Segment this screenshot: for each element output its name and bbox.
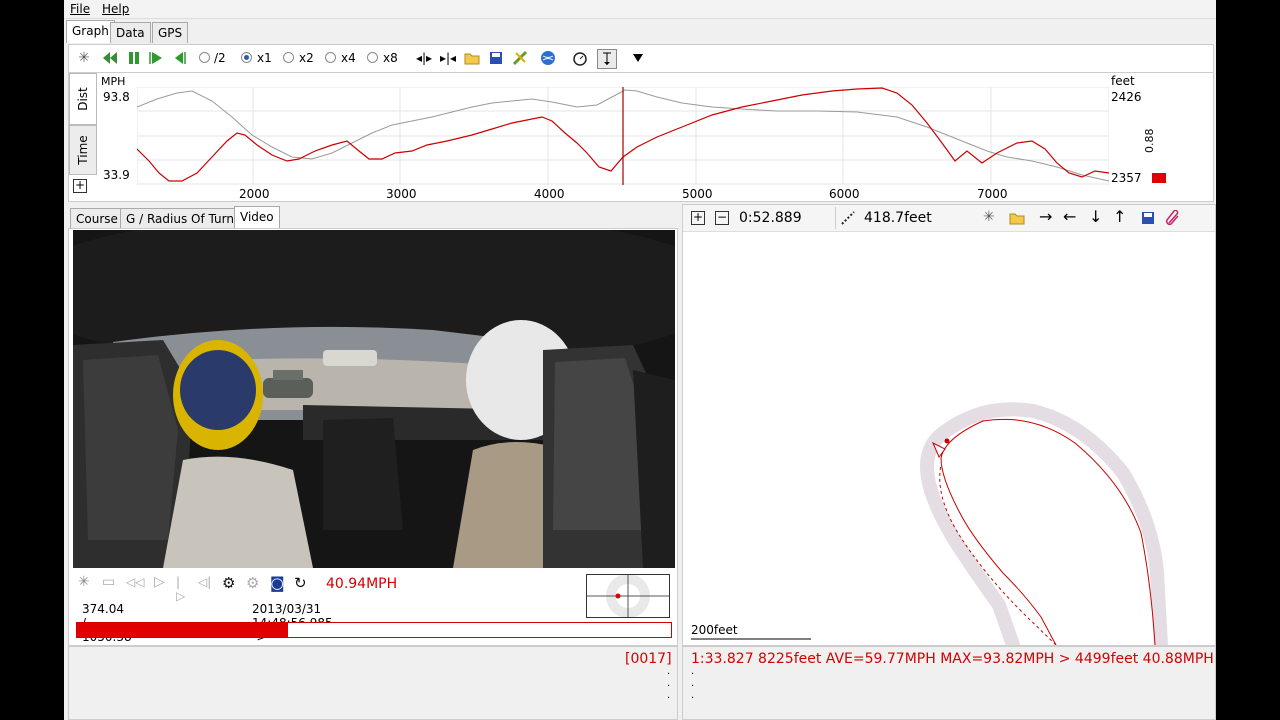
stopwatch-icon[interactable]: [571, 49, 589, 67]
status-dots-right: · · ·: [691, 669, 695, 704]
tab-video[interactable]: Video: [234, 206, 280, 229]
x-tick-6000: 6000: [829, 187, 860, 201]
x-tick-3000: 3000: [386, 187, 417, 201]
pause-icon[interactable]: [125, 49, 143, 67]
video-progress-fill: [77, 623, 289, 637]
video-frame[interactable]: [73, 230, 675, 568]
graph-toolbar: ✳ /2 x1 x2 x4 x8 ◂|▸ ▸|◂: [68, 44, 1214, 74]
tab-graph[interactable]: Graph: [66, 20, 115, 43]
speed-x2-label: x2: [299, 51, 314, 65]
tab-course[interactable]: Course: [70, 208, 124, 229]
video-refresh-icon[interactable]: ↻: [294, 574, 307, 592]
arrow-up-icon[interactable]: ↑: [1113, 207, 1126, 226]
tab-g-radius[interactable]: G / Radius Of Turn: [120, 208, 240, 229]
speed-half-radio[interactable]: [199, 52, 210, 63]
speed-x4-radio[interactable]: [325, 52, 336, 63]
right-axis-unit: feet: [1111, 74, 1135, 88]
x-tick-5000: 5000: [682, 187, 713, 201]
map-reset-icon[interactable]: ✳: [983, 209, 995, 225]
reset-icon[interactable]: ✳: [75, 49, 93, 67]
lap-summary: 1:33.827 8225feet AVE=59.77MPH MAX=93.82…: [691, 651, 1214, 667]
graph-plot[interactable]: [137, 87, 1109, 185]
map-toolbar: + − 0:52.889 418.7feet ✳ → ← ↓ ↑: [683, 205, 1215, 232]
globe-icon[interactable]: [539, 49, 557, 67]
step-back-icon[interactable]: [171, 49, 189, 67]
speed-x2-radio[interactable]: [283, 52, 294, 63]
side-tab-dist[interactable]: Dist: [69, 73, 97, 125]
expand-horizontal-icon[interactable]: ◂|▸: [415, 49, 433, 67]
right-vertical-value: 0.88: [1143, 128, 1156, 154]
arrow-right-icon[interactable]: →: [1039, 207, 1052, 226]
video-image: [73, 230, 675, 568]
play-icon[interactable]: [147, 49, 165, 67]
map-open-icon[interactable]: [1009, 211, 1025, 228]
video-rewind-icon[interactable]: ◁◁: [126, 575, 144, 589]
status-left: [0017] · · ·: [68, 646, 678, 720]
add-graph-icon[interactable]: +: [73, 179, 87, 193]
dropdown-arrow-icon[interactable]: [629, 49, 647, 67]
arrow-down-icon[interactable]: ↓: [1089, 207, 1102, 226]
status-right: 1:33.827 8225feet AVE=59.77MPH MAX=93.82…: [682, 646, 1216, 720]
zoom-out-icon[interactable]: −: [715, 211, 729, 225]
x-tick-7000: 7000: [977, 187, 1008, 201]
video-open-icon[interactable]: ▭: [102, 574, 115, 590]
map-lap-time: 0:52.889: [739, 210, 802, 226]
shrink-horizontal-icon[interactable]: ▸|◂: [439, 49, 457, 67]
video-speed-readout: 40.94MPH: [326, 576, 398, 592]
arrow-left-icon[interactable]: ←: [1063, 207, 1076, 226]
ruler-icon: [841, 211, 855, 225]
tab-gps[interactable]: GPS: [152, 22, 189, 43]
left-axis-min: 33.9: [103, 168, 130, 182]
g-meter: [586, 574, 670, 618]
lower-tabs: Course G / Radius Of Turn Video: [68, 206, 676, 229]
right-axis-max: 2426: [1111, 90, 1142, 104]
left-axis-max: 93.8: [103, 90, 130, 104]
video-camera-icon[interactable]: ◙: [270, 574, 285, 592]
video-settings-icon[interactable]: ⚙: [222, 574, 235, 592]
video-step-back-icon[interactable]: ◁|: [198, 575, 211, 589]
x-tick-4000: 4000: [534, 187, 565, 201]
status-dots-left: · · ·: [667, 669, 671, 704]
marker-red-box: [1152, 173, 1166, 183]
rewind-icon[interactable]: [101, 49, 119, 67]
video-play-icon[interactable]: ▷: [154, 574, 165, 590]
vertical-cursor-icon[interactable]: [597, 49, 617, 69]
open-folder-icon[interactable]: [463, 49, 481, 67]
menu-bar: File Help: [64, 0, 1216, 19]
status-code: [0017]: [625, 651, 672, 667]
video-progress-bar[interactable]: [76, 622, 672, 638]
speed-half-label: /2: [214, 51, 226, 65]
zoom-in-icon[interactable]: +: [691, 211, 705, 225]
speed-x1-radio[interactable]: [241, 52, 252, 63]
app-window: File Help Graph Data GPS ✳ /2 x1 x2 x4 x…: [64, 0, 1216, 720]
map-distance: 418.7feet: [864, 210, 932, 226]
video-reset-icon[interactable]: ✳: [78, 574, 90, 590]
map-scale-label: 200feet: [691, 623, 738, 637]
map-save-icon[interactable]: [1141, 211, 1155, 228]
speed-x8-label: x8: [383, 51, 398, 65]
speed-x4-label: x4: [341, 51, 356, 65]
clip-icon[interactable]: [1165, 209, 1181, 229]
map-panel: + − 0:52.889 418.7feet ✳ → ← ↓ ↑ 200feet: [682, 204, 1216, 646]
tool-icon[interactable]: [511, 49, 529, 67]
main-tabs: Graph Data GPS: [64, 20, 1216, 43]
video-step-forward-icon[interactable]: |▷: [176, 575, 185, 603]
speed-x1-label: x1: [257, 51, 272, 65]
right-axis-min: 2357: [1111, 171, 1142, 185]
x-tick-2000: 2000: [239, 187, 270, 201]
save-icon[interactable]: [487, 49, 505, 67]
side-tab-time[interactable]: Time: [69, 125, 97, 175]
tab-data[interactable]: Data: [110, 22, 151, 43]
menu-file[interactable]: File: [70, 2, 90, 16]
left-axis-unit: MPH: [101, 75, 126, 88]
graph-panel: Dist Time + MPH 93.8 33.9 feet 2426 2357…: [68, 72, 1214, 202]
distance-measure[interactable]: 418.7feet: [835, 207, 940, 229]
track-map[interactable]: [683, 233, 1215, 645]
speed-x8-radio[interactable]: [367, 52, 378, 63]
video-sync-icon[interactable]: ⚙: [246, 574, 259, 592]
menu-help[interactable]: Help: [102, 2, 129, 16]
